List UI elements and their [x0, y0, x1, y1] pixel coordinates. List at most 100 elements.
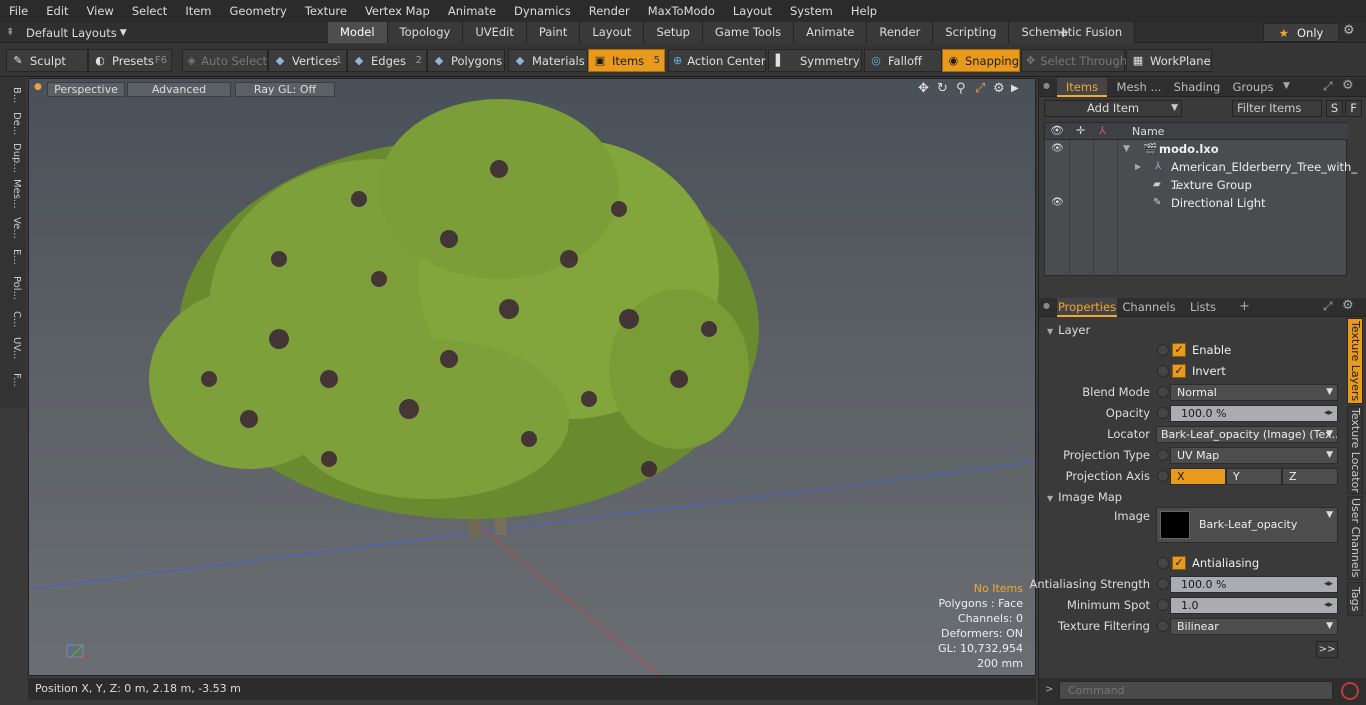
- perspective-button[interactable]: Perspective: [47, 82, 125, 97]
- min-spot-input[interactable]: 1.0 ◂▸: [1170, 597, 1338, 614]
- tab-mesh[interactable]: Mesh ...: [1109, 78, 1169, 97]
- opacity-input[interactable]: 100.0 % ◂▸: [1170, 405, 1338, 422]
- symmetry-button[interactable]: ▌ Symmetry: [768, 49, 862, 72]
- only-button[interactable]: ★ Only: [1263, 23, 1339, 42]
- fit-icon[interactable]: ⤢: [975, 81, 985, 96]
- tab-scripting[interactable]: Scripting: [933, 22, 1010, 43]
- axis-z-button[interactable]: Z: [1282, 468, 1338, 485]
- texture-filtering-select[interactable]: Bilinear ▼: [1170, 618, 1338, 635]
- workplane-button[interactable]: ▦ WorkPlane: [1126, 49, 1212, 72]
- menu-select[interactable]: Select: [123, 0, 176, 22]
- tab-groups[interactable]: Groups: [1227, 78, 1279, 97]
- s-button[interactable]: S: [1326, 100, 1343, 117]
- stepper-icon[interactable]: ◂▸: [1324, 598, 1333, 613]
- record-icon[interactable]: [1341, 682, 1359, 700]
- advanced-button[interactable]: Advanced: [127, 82, 231, 97]
- menu-animate[interactable]: Animate: [439, 0, 505, 22]
- expand-icon[interactable]: ⤢: [1323, 79, 1333, 94]
- left-tab-edge[interactable]: E...: [4, 246, 22, 268]
- axis-x-button[interactable]: X: [1170, 468, 1226, 485]
- menu-maxtomodo[interactable]: MaxToModo: [639, 0, 724, 22]
- vtab-tags[interactable]: Tags: [1347, 582, 1363, 616]
- layer-section-header[interactable]: ▼ Layer: [1047, 323, 1090, 337]
- menu-vertex-map[interactable]: Vertex Map: [356, 0, 439, 22]
- vtab-texture-layers[interactable]: Texture Layers: [1347, 318, 1363, 404]
- tab-items[interactable]: Items: [1057, 78, 1107, 97]
- left-tab-vertex[interactable]: Ve...: [4, 214, 22, 242]
- auto-select-button[interactable]: ◈ Auto Select: [182, 49, 268, 72]
- image-map-section-header[interactable]: ▼ Image Map: [1047, 490, 1122, 504]
- collapse-triangle-icon[interactable]: ▶: [1135, 158, 1141, 176]
- sculpt-button[interactable]: ✎ Sculpt: [6, 49, 88, 72]
- tab-channels[interactable]: Channels: [1121, 298, 1177, 317]
- raygl-button[interactable]: Ray GL: Off: [235, 82, 335, 97]
- properties-gear-icon[interactable]: ⚙: [1342, 298, 1354, 313]
- vtab-user-channels[interactable]: User Channels: [1347, 496, 1363, 580]
- tree-row-light[interactable]: 👁 ✎ Directional Light: [1045, 194, 1348, 212]
- projection-type-select[interactable]: UV Map ▼: [1170, 447, 1338, 464]
- tab-setup[interactable]: Setup: [644, 22, 703, 43]
- menu-dynamics[interactable]: Dynamics: [505, 0, 580, 22]
- action-center-button[interactable]: ⊕ Action Center: [668, 49, 766, 72]
- tab-properties[interactable]: Properties: [1057, 298, 1117, 317]
- viewport-gear-icon[interactable]: ⚙: [993, 81, 1005, 96]
- filter-items-input[interactable]: Filter Items: [1232, 100, 1322, 117]
- materials-button[interactable]: ◆ Materials: [508, 49, 588, 72]
- tab-game-tools[interactable]: Game Tools: [702, 22, 795, 43]
- zoom-icon[interactable]: ⚲: [956, 81, 966, 96]
- tab-schematic-fusion[interactable]: Schematic Fusion: [1009, 22, 1136, 43]
- tab-uvedit[interactable]: UVEdit: [463, 22, 527, 43]
- enable-checkbox[interactable]: ✓: [1172, 343, 1186, 357]
- menu-system[interactable]: System: [781, 0, 842, 22]
- left-tab-basic[interactable]: B...: [4, 84, 22, 106]
- left-tab-duplicate[interactable]: Dup...: [4, 142, 22, 174]
- 3d-viewport[interactable]: ● Perspective Advanced Ray GL: Off ✥ ↻ ⚲…: [28, 78, 1036, 676]
- menu-edit[interactable]: Edit: [37, 0, 77, 22]
- left-tab-curve[interactable]: C...: [4, 308, 22, 330]
- viewport-menu-icon[interactable]: ▶: [1011, 83, 1019, 94]
- left-tab-deform[interactable]: De...: [4, 110, 22, 138]
- tab-paint[interactable]: Paint: [526, 22, 581, 43]
- vtab-texture-locator[interactable]: Texture Locator: [1347, 406, 1363, 494]
- tab-layout[interactable]: Layout: [580, 22, 645, 43]
- tab-model[interactable]: Model: [328, 22, 388, 43]
- layout-dropdown[interactable]: ⇞ Default Layouts ▼: [6, 24, 127, 41]
- left-tab-polygon[interactable]: Pol...: [4, 272, 22, 304]
- left-tab-fusion[interactable]: F...: [4, 366, 22, 394]
- stepper-icon[interactable]: ◂▸: [1324, 577, 1333, 592]
- blend-mode-select[interactable]: Normal ▼: [1170, 384, 1338, 401]
- aa-strength-input[interactable]: 100.0 % ◂▸: [1170, 576, 1338, 593]
- add-tab-icon[interactable]: +: [1057, 22, 1071, 42]
- items-gear-icon[interactable]: ⚙: [1342, 78, 1354, 93]
- invert-checkbox[interactable]: ✓: [1172, 364, 1186, 378]
- menu-file[interactable]: File: [0, 0, 37, 22]
- gear-icon[interactable]: ⚙: [1343, 23, 1355, 38]
- expand-icon[interactable]: ⤢: [1323, 299, 1333, 314]
- tab-topology[interactable]: Topology: [387, 22, 464, 43]
- tree-row-scene[interactable]: 👁 ▼ 🎬 modo.lxo: [1045, 140, 1348, 158]
- command-input[interactable]: [1059, 681, 1333, 700]
- menu-render[interactable]: Render: [580, 0, 639, 22]
- add-item-button[interactable]: Add Item ▼: [1044, 100, 1182, 117]
- menu-geometry[interactable]: Geometry: [221, 0, 296, 22]
- locator-select[interactable]: Bark-Leaf_opacity (Image) (Tex... ▼: [1156, 426, 1338, 443]
- menu-view[interactable]: View: [78, 0, 123, 22]
- menu-texture[interactable]: Texture: [296, 0, 356, 22]
- stepper-icon[interactable]: ◂▸: [1324, 406, 1333, 421]
- move-icon[interactable]: ✥: [918, 81, 929, 96]
- add-tab-icon[interactable]: +: [1239, 299, 1250, 314]
- left-tab-mesh[interactable]: Mes...: [4, 178, 22, 210]
- edges-button[interactable]: ◆ Edges 2: [347, 49, 427, 72]
- menu-help[interactable]: Help: [842, 0, 886, 22]
- tab-lists[interactable]: Lists: [1181, 298, 1225, 317]
- expand-triangle-icon[interactable]: ▼: [1123, 140, 1130, 158]
- snapping-button[interactable]: ◉ Snapping: [942, 49, 1020, 72]
- polygons-button[interactable]: ◆ Polygons: [427, 49, 505, 72]
- falloff-button[interactable]: ◎ Falloff: [864, 49, 942, 72]
- tab-animate[interactable]: Animate: [794, 22, 868, 43]
- tree-row-texture-group[interactable]: ▰ Texture Group: [1045, 176, 1348, 194]
- tree-row-mesh[interactable]: ▶ ⅄ American_Elderberry_Tree_with_ ...: [1045, 158, 1357, 192]
- vertices-button[interactable]: ◆ Vertices 1: [268, 49, 347, 72]
- antialiasing-checkbox[interactable]: ✓: [1172, 556, 1186, 570]
- f-button[interactable]: F: [1345, 100, 1362, 117]
